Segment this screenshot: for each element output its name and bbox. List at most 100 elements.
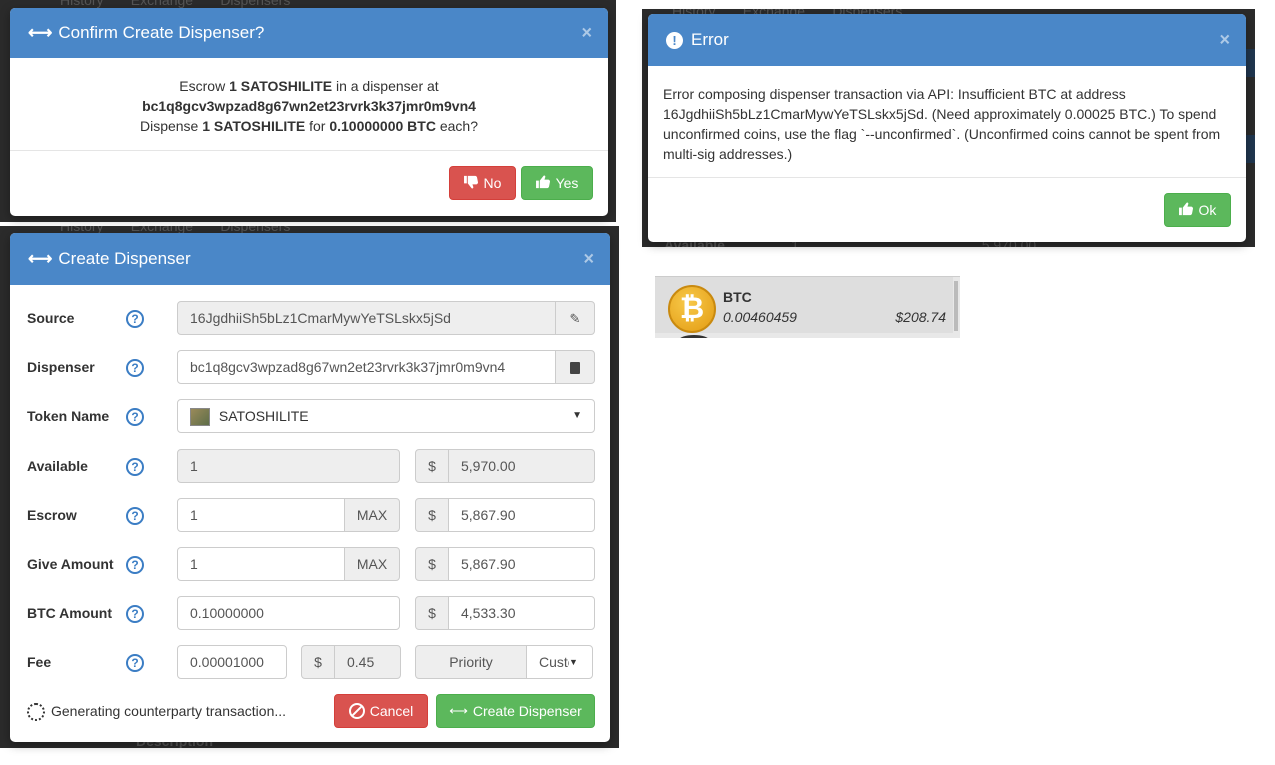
arrows-horizontal-icon: ⟷ (28, 249, 53, 268)
currency-addon: $ (415, 547, 449, 581)
create-dispenser-button[interactable]: ⟷ Create Dispenser (436, 694, 595, 728)
create-dispenser-modal: ⟷ Create Dispenser × Source ? 16JgdhiiSh… (10, 233, 610, 742)
error-modal-header: ! Error × (648, 14, 1246, 66)
give-max-button[interactable]: MAX (344, 547, 400, 581)
background-tab: Dispensers (220, 0, 291, 8)
arrows-horizontal-icon: ⟷ (449, 703, 468, 718)
confirm-modal: ⟷ Confirm Create Dispenser? × Escrow 1 S… (10, 8, 608, 216)
close-button[interactable]: × (581, 23, 592, 44)
confirm-modal-footer (10, 150, 608, 216)
currency-addon: $ (415, 596, 449, 630)
background-tabs: History Exchange Dispensers (60, 0, 290, 8)
cancel-button[interactable]: Cancel (334, 694, 428, 728)
confirm-line-3: Dispense 1 SATOSHILITE for 0.10000000 BT… (10, 116, 608, 136)
edit-source-button[interactable]: ✎ (555, 301, 595, 335)
escrow-max-button[interactable]: MAX (344, 498, 400, 532)
help-icon[interactable]: ? (126, 605, 144, 623)
spinner-icon (27, 703, 45, 722)
available-usd-field: 5,970.00 (448, 449, 595, 483)
fee-label: Fee (27, 654, 52, 670)
cancel-label: Cancel (369, 703, 414, 719)
status-text: Generating counterparty transaction... (51, 703, 287, 719)
wallet-item-btc[interactable]: ₿ BTC 0.00460459 $208.74 (655, 276, 960, 338)
token-select-value: SATOSHILITE (218, 408, 309, 424)
token-name-label: Token Name (27, 408, 110, 424)
book-icon (570, 362, 580, 375)
btc-amount-label: BTC Amount (27, 605, 113, 621)
text: in a dispenser at (335, 78, 439, 94)
error-message: Error composing dispenser transaction vi… (663, 86, 1221, 162)
source-field[interactable]: 16JgdhiiSh5bLz1CmarMywYeTSLskx5jSd (177, 301, 557, 335)
no-label: No (483, 175, 502, 191)
currency-addon: $ (415, 449, 449, 483)
token-name: SATOSHILITE (240, 78, 333, 94)
arrows-horizontal-icon: ⟷ (28, 23, 53, 42)
fee-field[interactable]: 0.00001000 (177, 645, 287, 679)
confirm-address: bc1q8gcv3wpzad8g67wn2et23rvrk3k37jmr0m9v… (10, 96, 608, 116)
text: Dispense (139, 118, 199, 134)
close-button[interactable]: × (583, 249, 594, 270)
confirm-modal-header: ⟷ Confirm Create Dispenser? × (10, 8, 608, 58)
escrow-field[interactable]: 1 (177, 498, 345, 532)
escrow-usd-field[interactable]: 5,867.90 (448, 498, 595, 532)
wallet-symbol: BTC (723, 289, 752, 305)
error-modal: ! Error × Error composing dispenser tran… (648, 14, 1246, 242)
give-amount-field[interactable]: 1 (177, 547, 345, 581)
fee-priority-label: Priority (415, 645, 527, 679)
thumbs-up-icon (535, 175, 551, 192)
token-select[interactable]: SATOSHILITE ▼ (177, 399, 595, 433)
exclamation-circle-icon: ! (666, 31, 683, 49)
caret-down-icon: ▼ (569, 657, 578, 667)
wallet-usd: $208.74 (895, 309, 946, 325)
bitcoin-logo-icon: ₿ (668, 285, 716, 333)
background-tab: Exchange (130, 0, 194, 8)
help-icon[interactable]: ? (126, 359, 144, 377)
error-modal-footer (648, 177, 1246, 242)
edit-icon: ✎ (569, 311, 581, 326)
yes-button[interactable]: Yes (521, 166, 593, 200)
escrow-label: Escrow (27, 507, 77, 523)
create-modal-title: Create Dispenser (58, 249, 191, 268)
help-icon[interactable]: ? (126, 458, 144, 476)
dispenser-label: Dispenser (27, 359, 95, 375)
help-icon[interactable]: ? (126, 556, 144, 574)
help-icon[interactable]: ? (126, 507, 144, 525)
token-name: SATOSHILITE (213, 118, 306, 134)
ok-button[interactable]: Ok (1164, 193, 1231, 227)
caret-down-icon: ▼ (572, 410, 582, 421)
give-usd-field[interactable]: 5,867.90 (448, 547, 595, 581)
text: Escrow (179, 78, 226, 94)
thumbs-down-icon (463, 175, 479, 192)
scrollbar[interactable] (954, 281, 958, 331)
btc-amount-field[interactable]: 0.10000000 (177, 596, 400, 630)
amount: 1 (202, 118, 211, 134)
error-modal-title: Error (691, 30, 729, 49)
fee-custom-dropdown[interactable]: Custom▼ (526, 645, 593, 679)
yes-label: Yes (555, 175, 579, 191)
amount: 1 (229, 78, 237, 94)
currency-addon: $ (301, 645, 335, 679)
address: bc1q8gcv3wpzad8g67wn2et23rvrk3k37jmr0m9v… (142, 98, 476, 114)
text: for (309, 118, 326, 134)
create-dispenser-label: Create Dispenser (472, 703, 582, 719)
available-field: 1 (177, 449, 400, 483)
dispenser-field[interactable]: bc1q8gcv3wpzad8g67wn2et23rvrk3k37jmr0m9v… (177, 350, 557, 384)
btc-usd-field[interactable]: 4,533.30 (448, 596, 595, 630)
ban-icon (348, 703, 365, 719)
address-book-button[interactable] (555, 350, 595, 384)
close-button[interactable]: × (1219, 30, 1230, 51)
fee-custom-value: Custom (539, 654, 569, 670)
confirm-line-1: Escrow 1 SATOSHILITE in a dispenser at (10, 76, 608, 96)
create-modal-header: ⟷ Create Dispenser × (10, 233, 610, 285)
available-label: Available (27, 458, 88, 474)
background-bar (1246, 135, 1255, 163)
no-button[interactable]: No (449, 166, 516, 200)
thumbs-up-icon (1178, 202, 1194, 219)
give-amount-label: Give Amount (27, 556, 114, 572)
fee-usd-field: 0.45 (334, 645, 401, 679)
text: each? (439, 118, 479, 134)
help-icon[interactable]: ? (126, 310, 144, 328)
help-icon[interactable]: ? (126, 408, 144, 426)
ban-icon-slash (351, 705, 363, 717)
help-icon[interactable]: ? (126, 654, 144, 672)
